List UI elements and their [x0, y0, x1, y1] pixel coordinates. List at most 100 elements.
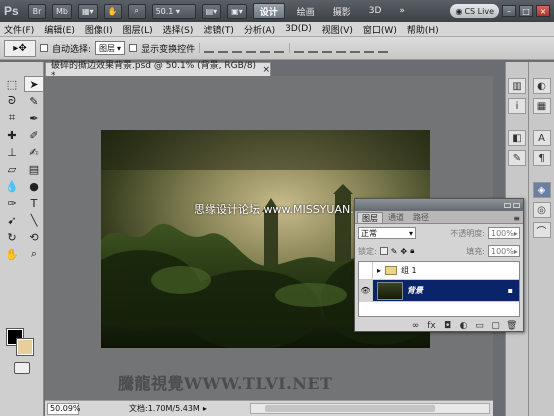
panel-menu-icon[interactable]: ≡: [513, 214, 520, 223]
zoom-level-select[interactable]: 50.1 ▾: [151, 3, 196, 19]
layer-row-background[interactable]: 👁︎ 背景 ▪: [359, 279, 519, 302]
align-bottom-icon[interactable]: [232, 43, 243, 53]
workspace-design[interactable]: 设计: [252, 3, 285, 19]
document-tab[interactable]: 破碎的撕边效果背景.psd @ 50.1% (背景, RGB/8) * ×: [45, 61, 271, 81]
histogram-icon[interactable]: ▥: [508, 78, 526, 94]
menu-help[interactable]: 帮助(H): [407, 23, 439, 36]
arrange-documents-button[interactable]: ▤▾: [201, 3, 222, 19]
minibridge-button[interactable]: Mb: [52, 3, 72, 19]
scrollbar-thumb[interactable]: [265, 405, 435, 412]
menu-select[interactable]: 选择(S): [163, 23, 194, 36]
menu-view[interactable]: 视图(V): [322, 23, 353, 36]
new-group-icon[interactable]: ▭: [474, 321, 485, 331]
pen-tool-icon[interactable]: ✑: [2, 195, 22, 211]
zoom-tool-button[interactable]: ⌕: [127, 3, 146, 19]
panel-collapse-icon[interactable]: [504, 202, 511, 208]
crop-tool-icon[interactable]: ⌗: [2, 110, 22, 126]
maximize-button[interactable]: □: [519, 5, 533, 17]
show-transform-checkbox[interactable]: [129, 44, 138, 52]
quick-select-tool-icon[interactable]: ✎: [24, 93, 44, 109]
close-button[interactable]: ×: [536, 5, 550, 17]
type-tool-icon[interactable]: T: [24, 195, 44, 211]
3d-rotate-tool-icon[interactable]: ↻: [2, 229, 22, 245]
delete-layer-icon[interactable]: 🗑︎: [506, 321, 517, 331]
panel-close-icon[interactable]: [513, 202, 520, 208]
zoom-level-input[interactable]: 50.09%: [47, 402, 81, 415]
swatches-icon[interactable]: ▦: [532, 98, 551, 114]
info-icon[interactable]: i: [508, 98, 526, 114]
auto-select-checkbox[interactable]: [40, 44, 48, 52]
distribute-top-icon[interactable]: [294, 43, 305, 53]
eye-icon[interactable]: 👁︎: [359, 279, 373, 302]
menu-layer[interactable]: 图层(L): [123, 23, 153, 36]
tab-layers[interactable]: 图层: [357, 212, 383, 223]
add-mask-icon[interactable]: ◘: [442, 321, 453, 331]
menu-window[interactable]: 窗口(W): [363, 23, 397, 36]
menu-edit[interactable]: 编辑(E): [44, 23, 75, 36]
workspace-photography[interactable]: 摄影: [327, 3, 357, 19]
zoom-tool-icon[interactable]: ⌕: [24, 246, 44, 262]
align-right-icon[interactable]: [274, 43, 285, 53]
move-tool-icon[interactable]: ➤: [24, 76, 44, 92]
brush-tool-icon[interactable]: ✐: [24, 127, 44, 143]
screen-mode-button[interactable]: ▣▾: [227, 3, 247, 19]
distribute-vcenter-icon[interactable]: [308, 43, 319, 53]
align-top-icon[interactable]: [204, 43, 215, 53]
3d-orbit-tool-icon[interactable]: ⟲: [24, 229, 44, 245]
auto-select-target-select[interactable]: 图层 ▾: [95, 41, 126, 55]
tool-preset-picker[interactable]: ▸✥: [4, 39, 36, 57]
layers-icon[interactable]: ◈: [532, 182, 551, 198]
healing-brush-tool-icon[interactable]: ✚: [2, 127, 22, 143]
paragraph-icon[interactable]: ¶: [532, 150, 551, 166]
character-icon[interactable]: A: [532, 130, 551, 146]
menu-filter[interactable]: 滤镜(T): [203, 23, 234, 36]
quick-mask-icon[interactable]: [14, 362, 30, 374]
menu-analysis[interactable]: 分析(A): [244, 23, 275, 36]
status-menu-icon[interactable]: ▸: [203, 404, 207, 413]
lock-all-icon[interactable]: 🔒︎: [410, 246, 414, 256]
align-vcenter-icon[interactable]: [218, 43, 229, 53]
tool-presets-icon[interactable]: ✎: [508, 150, 526, 166]
lasso-tool-icon[interactable]: ᘐ: [2, 93, 22, 109]
distribute-bottom-icon[interactable]: [322, 43, 333, 53]
channels-icon[interactable]: ◎: [532, 202, 551, 218]
workspace-3d[interactable]: 3D: [363, 3, 388, 19]
navigator-icon[interactable]: ◧: [508, 130, 526, 146]
auto-align-icon[interactable]: [378, 43, 389, 53]
bridge-button[interactable]: Br: [28, 3, 46, 19]
workspace-painting[interactable]: 绘画: [291, 3, 321, 19]
blur-tool-icon[interactable]: 💧: [2, 178, 22, 194]
history-brush-tool-icon[interactable]: ✍: [24, 144, 44, 160]
document-tab-close-icon[interactable]: ×: [262, 65, 270, 75]
distribute-left-icon[interactable]: [336, 43, 347, 53]
cs-live-button[interactable]: ◉ CS Live: [450, 4, 499, 18]
background-color-swatch[interactable]: [17, 339, 33, 355]
menu-3d[interactable]: 3D(D): [285, 24, 312, 34]
align-left-icon[interactable]: [246, 43, 257, 53]
adjustment-layer-icon[interactable]: ◐: [458, 321, 469, 331]
align-hcenter-icon[interactable]: [260, 43, 271, 53]
layer-style-icon[interactable]: fx: [426, 321, 437, 331]
hand-tool-icon[interactable]: ✋: [2, 246, 22, 262]
menu-file[interactable]: 文件(F): [4, 23, 34, 36]
extras-menu-button[interactable]: ▦▾: [77, 3, 98, 19]
dodge-tool-icon[interactable]: ●: [24, 178, 44, 194]
layers-panel-titlebar[interactable]: [355, 199, 523, 211]
lock-position-icon[interactable]: ✥: [400, 247, 407, 256]
visibility-toggle[interactable]: [359, 261, 373, 280]
eyedropper-tool-icon[interactable]: ✒: [24, 110, 44, 126]
workspace-more-button[interactable]: »: [393, 3, 411, 19]
blend-mode-select[interactable]: 正常 ▾: [358, 227, 416, 239]
tab-channels[interactable]: 通道: [384, 212, 408, 223]
line-tool-icon[interactable]: ╲: [24, 212, 44, 228]
gradient-tool-icon[interactable]: ▤: [24, 161, 44, 177]
fill-input[interactable]: 100% ▸: [488, 245, 520, 257]
color-icon[interactable]: ◐: [532, 78, 551, 94]
eraser-tool-icon[interactable]: ▱: [2, 161, 22, 177]
distribute-hcenter-icon[interactable]: [350, 43, 361, 53]
distribute-right-icon[interactable]: [364, 43, 375, 53]
lock-transparent-icon[interactable]: [379, 247, 388, 255]
opacity-input[interactable]: 100% ▸: [488, 227, 520, 239]
clone-stamp-tool-icon[interactable]: ⊥: [2, 144, 22, 160]
horizontal-scrollbar[interactable]: [250, 403, 490, 414]
